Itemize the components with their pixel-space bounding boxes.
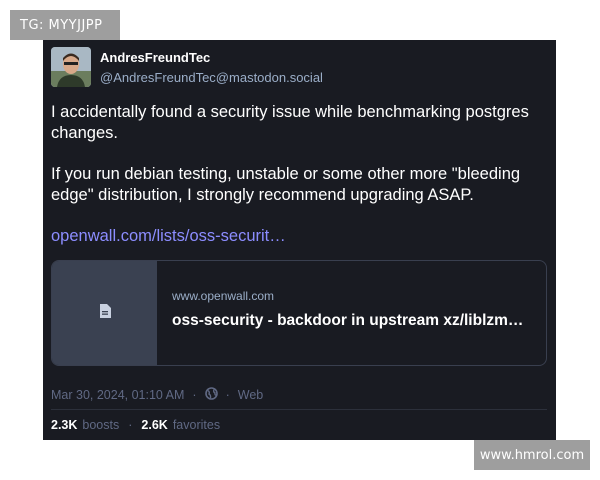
link-preview-card[interactable]: www.openwall.com oss-security - backdoor… [51,260,547,366]
boosts-label[interactable]: boosts [82,418,119,432]
watermark-bottom: www.hmrol.com [474,440,590,470]
post-stats: 2.3K boosts · 2.6K favorites [51,418,220,432]
watermark-top: TG: MYYJJPP [10,10,120,40]
meta-separator: · [225,388,230,402]
preview-domain: www.openwall.com [172,289,275,303]
display-name[interactable]: AndresFreundTec [100,50,210,65]
post-card: AndresFreundTec @AndresFreundTec@mastodo… [43,40,556,440]
document-icon [99,303,111,323]
post-meta: Mar 30, 2024, 01:10 AM · · Web [51,387,263,403]
stats-separator: · [128,418,133,432]
post-content: I accidentally found a security issue wh… [51,102,546,226]
post-paragraph-2: If you run debian testing, unstable or s… [51,165,521,204]
post-paragraph-1: I accidentally found a security issue wh… [51,103,529,142]
preview-thumbnail [52,261,157,365]
watermark-bottom-text: www.hmrol.com [479,447,585,463]
post-link[interactable]: openwall.com/lists/oss-securit… [51,227,286,246]
avatar[interactable] [51,47,91,87]
favorites-label[interactable]: favorites [173,418,220,432]
post-client: Web [237,388,264,402]
boosts-count[interactable]: 2.3K [51,418,77,432]
preview-title: oss-security - backdoor in upstream xz/l… [172,312,524,329]
divider [51,409,547,410]
meta-separator: · [192,388,197,402]
watermark-top-text: TG: MYYJJPP [20,17,103,33]
post-timestamp[interactable]: Mar 30, 2024, 01:10 AM [51,388,184,402]
user-handle[interactable]: @AndresFreundTec@mastodon.social [100,70,323,85]
globe-icon [204,387,218,403]
favorites-count[interactable]: 2.6K [141,418,167,432]
